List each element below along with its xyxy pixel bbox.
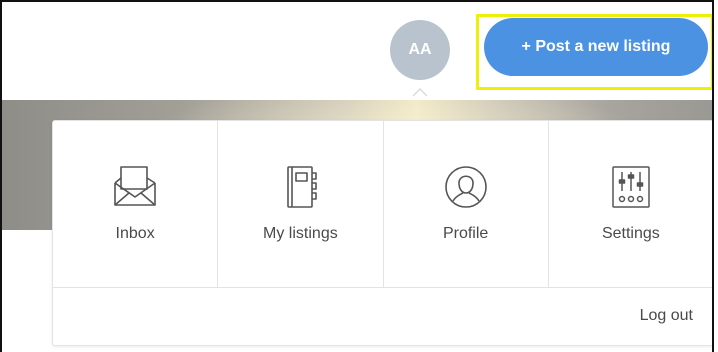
inbox-icon — [114, 166, 156, 206]
profile-icon — [444, 166, 487, 208]
menu-tiles: Inbox My listings Profile Settings — [53, 121, 712, 288]
dropdown-caret-icon — [412, 87, 428, 97]
app-window: AA + Post a new listing Inbox My listing… — [0, 0, 714, 352]
menu-item-profile[interactable]: Profile — [384, 121, 549, 287]
menu-item-label: Profile — [442, 225, 489, 242]
avatar-initials: AA — [408, 41, 432, 58]
menu-item-settings[interactable]: Settings — [549, 121, 712, 287]
avatar[interactable]: AA — [390, 20, 450, 80]
log-out-link[interactable]: Log out — [640, 307, 693, 325]
menu-item-inbox[interactable]: Inbox — [53, 121, 219, 287]
menu-item-label: My listings — [263, 225, 338, 242]
notebook-icon — [287, 166, 318, 208]
user-dropdown-menu: Inbox My listings Profile Settings Log o… — [52, 120, 712, 346]
menu-item-label: Inbox — [115, 225, 155, 242]
menu-item-my-listings[interactable]: My listings — [218, 121, 384, 287]
settings-icon — [612, 166, 650, 208]
menu-item-label: Settings — [601, 225, 660, 242]
post-new-listing-button[interactable]: + Post a new listing — [484, 18, 708, 76]
